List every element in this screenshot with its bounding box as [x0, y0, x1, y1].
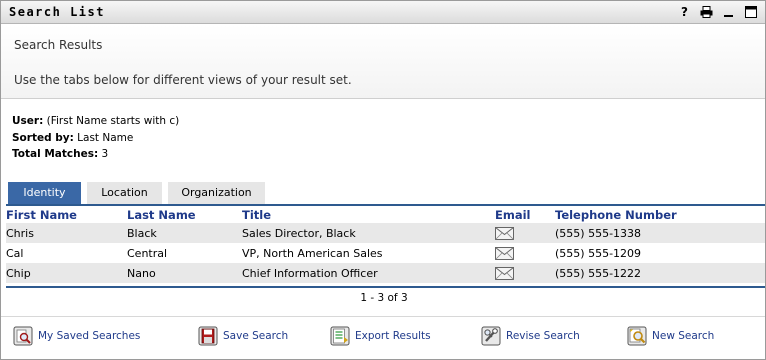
tab-location[interactable]: Location — [87, 182, 162, 205]
floppy-disk-icon — [198, 326, 218, 346]
summary-user-value: (First Name starts with c) — [43, 115, 180, 127]
table-divider — [6, 286, 765, 288]
cell-email — [495, 243, 555, 263]
summary-matches: Total Matches: 3 — [12, 146, 179, 163]
table-row[interactable]: Chris Black Sales Director, Black (555) … — [6, 223, 765, 243]
cell-first-name: Chris — [6, 223, 127, 243]
envelope-icon[interactable] — [495, 246, 515, 260]
tab-identity[interactable]: Identity — [8, 182, 81, 205]
view-tabs: Identity Location Organization — [8, 182, 265, 205]
cell-last-name: Nano — [127, 263, 242, 283]
cell-last-name: Central — [127, 243, 242, 263]
cell-telephone: (555) 555-1338 — [555, 223, 765, 243]
column-header-first-name[interactable]: First Name — [6, 206, 127, 223]
new-search-label: New Search — [652, 330, 715, 342]
summary-sorted-label: Sorted by: — [12, 131, 74, 144]
cell-title: Sales Director, Black — [242, 223, 495, 243]
cell-first-name: Chip — [6, 263, 127, 283]
results-table: First Name Last Name Title Email Telepho… — [6, 206, 765, 283]
new-search-button[interactable]: New Search — [627, 325, 714, 347]
pagination-text: 1 - 3 of 3 — [360, 292, 408, 304]
maximize-icon[interactable] — [744, 5, 757, 18]
footer-actions: My Saved Searches Save Search Export Res… — [1, 325, 765, 349]
column-header-title[interactable]: Title — [242, 206, 495, 223]
cell-email — [495, 223, 555, 243]
cell-telephone: (555) 555-1209 — [555, 243, 765, 263]
summary-matches-label: Total Matches: — [12, 148, 99, 160]
cell-telephone: (555) 555-1222 — [555, 263, 765, 283]
export-results-button[interactable]: Export Results — [330, 325, 431, 347]
cell-email — [495, 263, 555, 283]
summary-user: User: (First Name starts with c) — [12, 113, 179, 130]
instructions-text: Use the tabs below for different views o… — [14, 73, 352, 87]
column-header-telephone[interactable]: Telephone Number — [555, 206, 765, 223]
search-summary: User: (First Name starts with c) Sorted … — [12, 113, 179, 163]
window-controls: ? — [678, 5, 757, 19]
save-search-label: Save Search — [223, 330, 289, 342]
minimize-icon[interactable] — [722, 5, 735, 18]
print-icon[interactable] — [700, 5, 713, 18]
column-header-last-name[interactable]: Last Name — [127, 206, 242, 223]
tab-organization[interactable]: Organization — [168, 182, 265, 205]
cell-title: VP, North American Sales — [242, 243, 495, 263]
cell-title: Chief Information Officer — [242, 263, 495, 283]
save-search-button[interactable]: Save Search — [198, 325, 288, 347]
table-row[interactable]: Cal Central VP, North American Sales (55… — [6, 243, 765, 263]
revise-icon — [481, 326, 501, 346]
export-icon — [330, 326, 350, 346]
help-icon[interactable]: ? — [678, 5, 691, 19]
table-row[interactable]: Chip Nano Chief Information Officer (555… — [6, 263, 765, 283]
column-header-email[interactable]: Email — [495, 206, 555, 223]
my-saved-searches-button[interactable]: My Saved Searches — [13, 325, 140, 347]
table-header-row: First Name Last Name Title Email Telepho… — [6, 206, 765, 223]
saved-searches-icon — [13, 326, 33, 346]
export-results-label: Export Results — [355, 330, 431, 342]
revise-search-button[interactable]: Revise Search — [481, 325, 580, 347]
window-title: Search List — [9, 5, 105, 19]
cell-first-name: Cal — [6, 243, 127, 263]
revise-search-label: Revise Search — [506, 330, 580, 342]
title-bar: Search List ? — [1, 1, 765, 24]
my-saved-searches-label: My Saved Searches — [38, 330, 141, 342]
search-list-portlet: Search List ? Search Results Use the tab… — [0, 0, 766, 360]
footer-divider — [1, 316, 765, 317]
page-title: Search Results — [14, 38, 103, 52]
envelope-icon[interactable] — [495, 226, 515, 240]
summary-user-label: User: — [12, 115, 44, 127]
envelope-icon[interactable] — [495, 266, 515, 280]
new-search-icon — [627, 326, 647, 346]
results-header: Search Results Use the tabs below for di… — [1, 25, 765, 99]
summary-matches-value: 3 — [98, 148, 109, 160]
summary-sorted-value: Last Name — [73, 131, 134, 144]
summary-sorted: Sorted by: Last Name — [12, 130, 179, 147]
cell-last-name: Black — [127, 223, 242, 243]
